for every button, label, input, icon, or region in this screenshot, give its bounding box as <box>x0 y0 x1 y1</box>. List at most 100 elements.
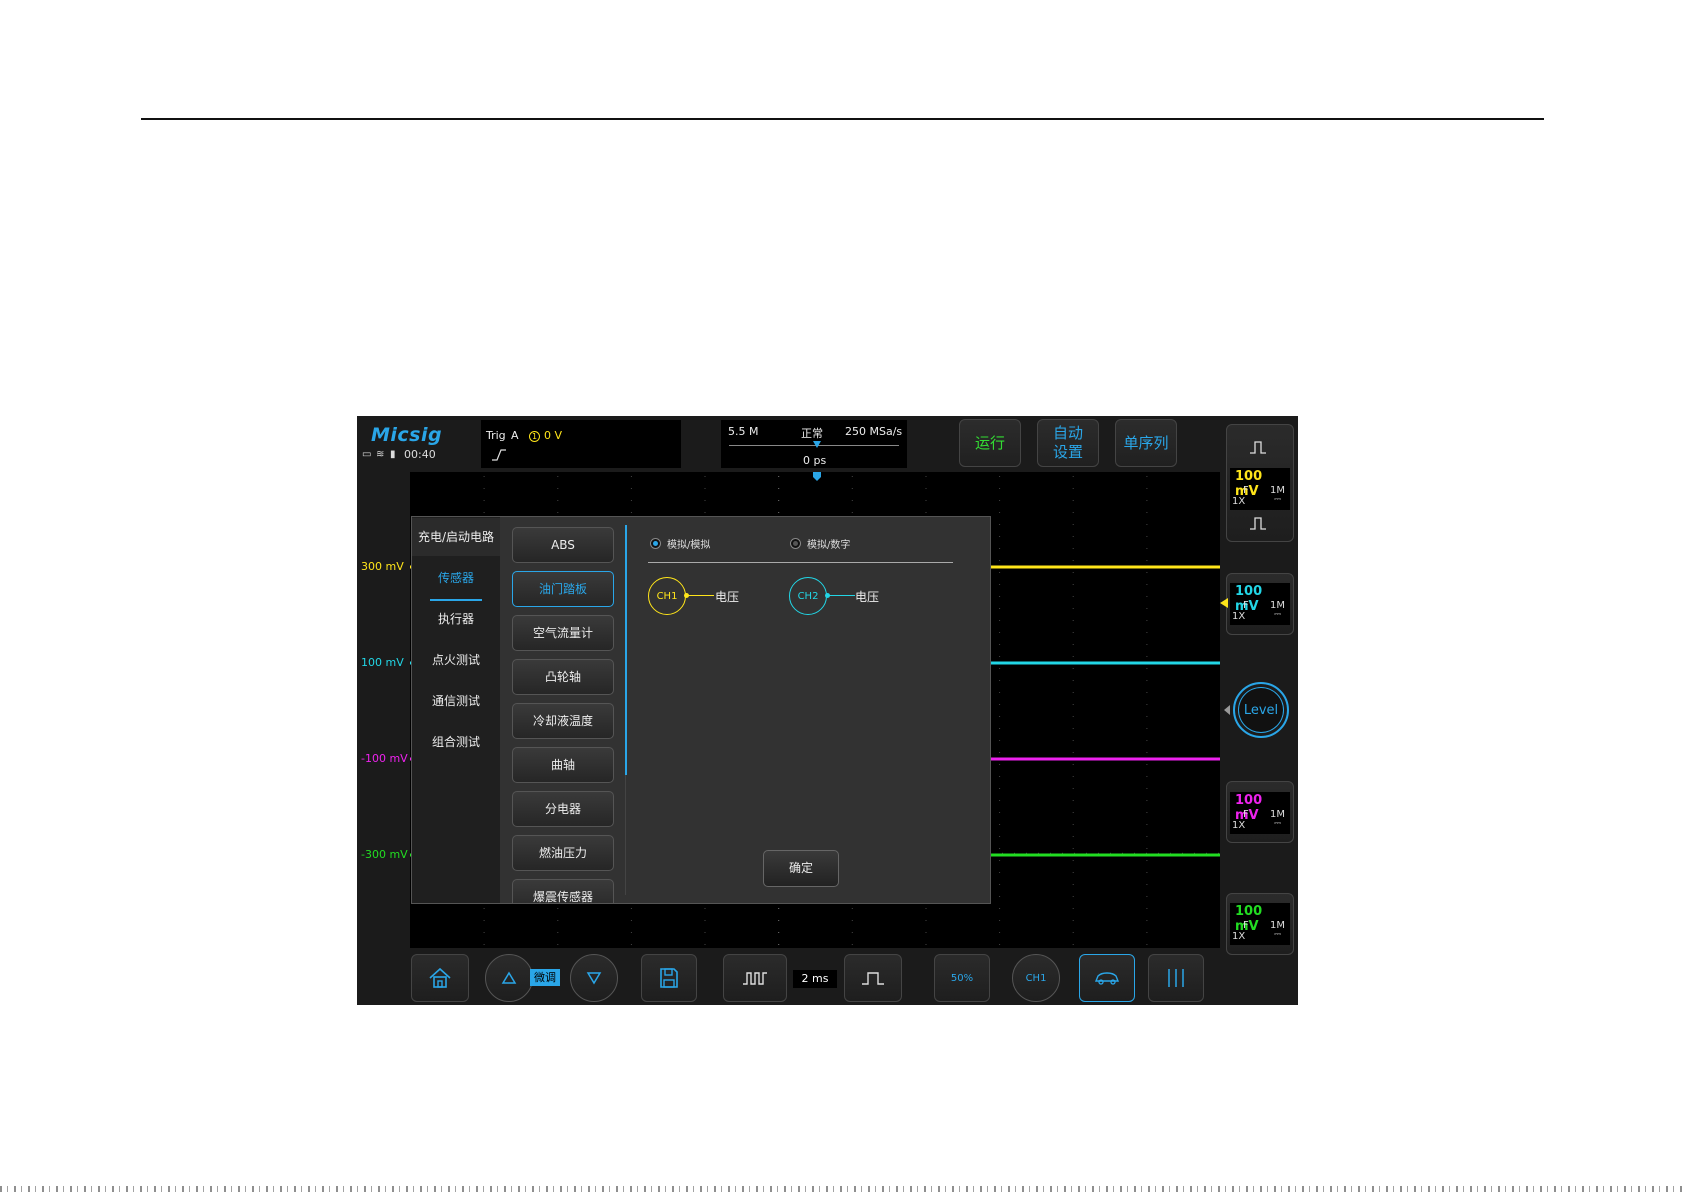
trigger-info-panel[interactable]: Trig A 1 0 V <box>481 420 681 468</box>
grid-dot <box>557 932 559 933</box>
fifty-percent-button[interactable]: 50% <box>934 954 990 1002</box>
run-button[interactable]: 运行 <box>959 419 1021 467</box>
grid-dot <box>1072 860 1074 861</box>
sub-item-button[interactable]: 燃油压力 <box>512 835 614 871</box>
category-item[interactable]: 传感器 <box>412 559 500 597</box>
grid-dot <box>630 500 632 501</box>
grid-dot <box>1072 704 1074 705</box>
save-icon <box>660 968 678 988</box>
single-sequence-button[interactable]: 单序列 <box>1115 419 1177 467</box>
sub-item-button[interactable]: ABS <box>512 527 614 563</box>
grid-dot <box>1072 596 1074 597</box>
timebase-info-panel[interactable]: 5.5 M 正常 250 MSa/s 0 ps <box>721 420 907 468</box>
grid-dot <box>1146 716 1148 717</box>
grid-dot <box>483 488 485 489</box>
radio-on-icon <box>650 538 661 549</box>
trigger-level: 0 V <box>544 429 563 442</box>
grid-dot <box>557 500 559 501</box>
grid-dot <box>1072 512 1074 513</box>
frequency-counter-button[interactable]: CH1 <box>1012 954 1060 1002</box>
grid-dot <box>925 932 927 933</box>
auto-setup-line1: 自动 <box>1052 424 1083 442</box>
grid-dot <box>1146 728 1148 729</box>
grid-dot <box>1146 680 1148 681</box>
automotive-mode-button[interactable] <box>1079 954 1135 1002</box>
mode-analog-analog[interactable]: 模拟/模拟 <box>650 536 710 551</box>
grid-dot <box>704 908 706 909</box>
grid-dot <box>999 740 1001 741</box>
grid-dot <box>999 596 1001 597</box>
grid-dot <box>1072 608 1074 609</box>
sub-item-button[interactable]: 分电器 <box>512 791 614 827</box>
fine-down-button[interactable] <box>570 954 618 1002</box>
category-item[interactable]: 执行器 <box>412 600 500 638</box>
grid-dot <box>999 944 1001 945</box>
ch4-offset-label: -300 mV <box>361 848 408 861</box>
save-button[interactable] <box>641 954 697 1002</box>
status-row: ▭ ≋ ▮ 00:40 <box>362 448 436 461</box>
sample-rate: 250 MSa/s <box>845 425 903 438</box>
grid-dot <box>999 896 1001 897</box>
ch3-scale-box[interactable]: 100 mV F 1M 1X ⎓ <box>1230 792 1290 834</box>
grid-dot <box>999 728 1001 729</box>
grid-dot <box>557 488 559 489</box>
auto-setup-line2: 设置 <box>1052 443 1083 461</box>
grid-dot <box>1146 932 1148 933</box>
grid-dot <box>1072 752 1074 753</box>
grid-dot <box>1072 572 1074 573</box>
dialog-divider <box>648 562 953 563</box>
ch1-link <box>687 595 714 596</box>
sub-item-button[interactable]: 油门踏板 <box>512 571 614 607</box>
grid-dot <box>999 644 1001 645</box>
pulse-icon-secondary <box>1250 517 1266 530</box>
dc-coupling-icon: ⎓ <box>1274 930 1282 940</box>
grid-dot <box>1146 788 1148 789</box>
sub-list-scrollbar[interactable] <box>625 525 627 775</box>
ch1-scale-box[interactable]: 100 mV F 1M 1X ⎓ <box>1230 468 1290 510</box>
ch4-scale-box[interactable]: 100 mV F 1M 1X ⎓ <box>1230 903 1290 945</box>
trigger-position-marker[interactable] <box>813 441 821 448</box>
grid-dot <box>1146 560 1148 561</box>
grid-dot <box>999 500 1001 501</box>
grid-dot <box>557 512 559 513</box>
grid-dot <box>1072 668 1074 669</box>
category-item[interactable]: 组合测试 <box>412 723 500 761</box>
fine-adjust-label[interactable]: 微调 <box>530 969 560 986</box>
grid-dot <box>483 944 485 945</box>
sub-item-button[interactable]: 凸轮轴 <box>512 659 614 695</box>
sub-item-button[interactable]: 空气流量计 <box>512 615 614 651</box>
timebase-increase-button[interactable] <box>844 954 902 1002</box>
fine-up-button[interactable] <box>485 954 533 1002</box>
trigger-level-pointer[interactable] <box>1220 598 1228 608</box>
grid-dot <box>778 932 780 933</box>
ok-button[interactable]: 确定 <box>763 850 839 887</box>
grid-dot <box>1072 932 1074 933</box>
sub-item-button[interactable]: 冷却液温度 <box>512 703 614 739</box>
level-knob[interactable]: Level <box>1233 682 1289 738</box>
grid-dot <box>999 620 1001 621</box>
mode-analog-digital[interactable]: 模拟/数字 <box>790 536 850 551</box>
grid-dot <box>557 944 559 945</box>
grid-dot <box>1072 824 1074 825</box>
fifty-percent-label: 50% <box>950 972 974 984</box>
home-button[interactable] <box>411 954 469 1002</box>
ch2-badge[interactable]: CH2 <box>789 577 827 615</box>
grid-dot <box>999 656 1001 657</box>
grid-dot <box>704 920 706 921</box>
mode-label-2: 模拟/数字 <box>807 540 851 551</box>
category-item[interactable]: 通信测试 <box>412 682 500 720</box>
ch2-scale-box[interactable]: 100 mV F 1M 1X ⎓ <box>1230 583 1290 625</box>
sub-item-button[interactable]: 爆震传感器 <box>512 879 614 903</box>
grid-dot <box>999 668 1001 669</box>
ch1-badge[interactable]: CH1 <box>648 577 686 615</box>
timebase-decrease-button[interactable] <box>723 954 787 1002</box>
sub-item-button[interactable]: 曲轴 <box>512 747 614 783</box>
category-item[interactable]: 充电/启动电路 <box>412 518 500 556</box>
category-item[interactable]: 点火测试 <box>412 641 500 679</box>
grid-dot <box>999 812 1001 813</box>
grid-dot <box>1146 524 1148 525</box>
grid-dot <box>999 824 1001 825</box>
cursor-button[interactable] <box>1148 954 1204 1002</box>
grid-dot <box>925 920 927 921</box>
auto-setup-button[interactable]: 自动 设置 <box>1037 419 1099 467</box>
